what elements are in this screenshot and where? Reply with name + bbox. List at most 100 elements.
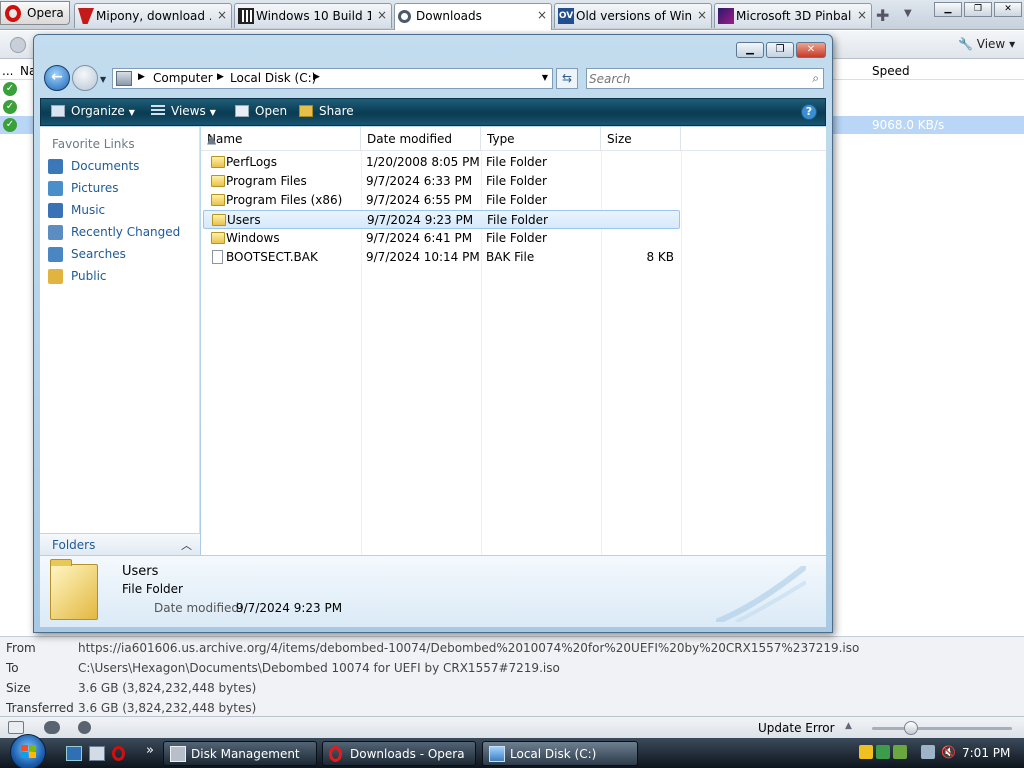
display-tray-icon[interactable]	[921, 745, 935, 759]
back-arrow-icon[interactable]: ←	[44, 65, 70, 91]
column-header-type[interactable]: Type	[481, 127, 601, 151]
breadcrumb-computer[interactable]: Computer	[153, 71, 213, 85]
stop-icon[interactable]	[10, 37, 26, 53]
address-dropdown-icon[interactable]: ▼	[542, 73, 548, 82]
folder-icon	[211, 175, 225, 187]
volume-icon[interactable]: 🔇	[941, 745, 956, 759]
search-box[interactable]: ⌕	[586, 68, 824, 89]
folder-icon	[211, 156, 225, 168]
views-button[interactable]: Views ▼	[151, 104, 216, 118]
file-date-modified: 1/20/2008 8:05 PM	[366, 155, 480, 169]
transferred-label: Transferred	[6, 701, 74, 715]
searches-icon	[48, 247, 63, 262]
open-button[interactable]: Open	[235, 104, 287, 118]
column-dots[interactable]: ...	[2, 64, 13, 78]
explorer-close-icon[interactable]: ✕	[796, 42, 826, 58]
tab-downloads[interactable]: Downloads ×	[394, 3, 552, 30]
breadcrumb-arrow-icon[interactable]: ▶	[313, 72, 320, 82]
show-desktop-icon[interactable]	[66, 746, 82, 761]
tab-pinball[interactable]: Microsoft 3D Pinball... ×	[714, 3, 872, 28]
windows-flag-icon	[21, 745, 36, 758]
tab-close-icon[interactable]: ×	[857, 8, 867, 22]
column-speed[interactable]: Speed	[872, 64, 910, 78]
tab-old-versions[interactable]: OV Old versions of Win... ×	[554, 3, 712, 28]
file-row[interactable]: BOOTSECT.BAK 9/7/2024 10:14 PM BAK File 8 K…	[203, 248, 680, 267]
tab-close-icon[interactable]: ×	[537, 8, 547, 22]
computer-icon	[116, 71, 132, 86]
pictures-icon	[48, 181, 63, 196]
file-size: 8 KB	[646, 250, 674, 264]
taskbar-button-label: Downloads - Opera	[350, 747, 465, 761]
size-label: Size	[6, 681, 31, 695]
breadcrumb-arrow-icon[interactable]: ▶	[138, 72, 145, 82]
explorer-minimize-icon[interactable]: ▁	[736, 42, 764, 58]
taskbar: » Disk Management Downloads - Opera Loca…	[0, 734, 1024, 768]
tab-title: Windows 10 Build 10...	[256, 9, 371, 23]
address-bar[interactable]: ▶ Computer ▶ Local Disk (C:) ▶ ▼	[112, 68, 553, 89]
update-chevron-icon[interactable]: ▲	[845, 721, 852, 731]
tab-close-icon[interactable]: ×	[217, 8, 227, 22]
security-shield-icon[interactable]	[859, 745, 873, 759]
to-value[interactable]: C:\Users\Hexagon\Documents\Debombed 1007…	[78, 661, 560, 675]
file-row[interactable]: Program Files 9/7/2024 6:33 PM File Folder	[203, 172, 680, 191]
breadcrumb-local-disk[interactable]: Local Disk (C:)	[230, 71, 316, 85]
share-icon	[299, 105, 313, 117]
pinball-icon	[718, 8, 734, 24]
file-date-modified: 9/7/2024 6:33 PM	[366, 174, 473, 188]
start-button[interactable]	[10, 734, 46, 768]
taskbar-opera[interactable]: Downloads - Opera	[322, 741, 476, 766]
tab-mipony[interactable]: Mipony, download ... ×	[74, 3, 232, 28]
close-icon[interactable]: ✕	[994, 2, 1022, 17]
folders-toggle[interactable]: Folders ︿	[40, 533, 200, 555]
search-input[interactable]	[589, 70, 799, 87]
file-row[interactable]: Program Files (x86) 9/7/2024 6:55 PM File …	[203, 191, 680, 210]
update-tray-icon[interactable]	[893, 745, 907, 759]
documents-icon	[48, 159, 63, 174]
tab-title: Downloads	[416, 9, 482, 23]
view-button[interactable]: 🔧 View ▾	[958, 37, 1015, 51]
minimize-icon[interactable]: ▁	[934, 2, 962, 17]
recent-pages-chevron-icon[interactable]: ▼	[100, 75, 106, 84]
quicklaunch-overflow-icon[interactable]: »	[146, 743, 154, 758]
file-date-modified: 9/7/2024 9:23 PM	[367, 213, 474, 227]
recent-icon	[48, 225, 63, 240]
switch-windows-icon[interactable]	[89, 746, 105, 761]
file-row[interactable]: Windows 9/7/2024 6:41 PM File Folder	[203, 229, 680, 248]
share-label: Share	[319, 104, 354, 118]
clock[interactable]: 7:01 PM	[962, 746, 1010, 760]
tab-close-icon[interactable]: ×	[697, 8, 707, 22]
breadcrumb-arrow-icon[interactable]: ▶	[217, 72, 224, 82]
speed-dial-icon[interactable]	[78, 721, 91, 734]
panel-toggle-icon[interactable]	[8, 721, 24, 734]
restore-icon[interactable]: ❐	[964, 2, 992, 17]
help-icon[interactable]: ?	[801, 104, 817, 120]
column-header-size[interactable]: Size	[601, 127, 681, 151]
refresh-icon[interactable]: ⇆	[556, 68, 578, 89]
organize-label: Organize	[71, 104, 125, 118]
column-header-name[interactable]: Name ▲	[201, 127, 361, 151]
cloud-icon[interactable]	[44, 721, 60, 734]
taskbar-disk-management[interactable]: Disk Management	[163, 741, 317, 766]
file-row[interactable]: PerfLogs 1/20/2008 8:05 PM File Folder	[203, 153, 680, 172]
forward-arrow-icon[interactable]	[72, 65, 98, 91]
opera-menu-button[interactable]: Opera	[0, 1, 70, 25]
view-label: View	[976, 37, 1006, 51]
from-value[interactable]: https://ia601606.us.archive.org/4/items/…	[78, 641, 859, 655]
tab-windows-build[interactable]: Windows 10 Build 10... ×	[234, 3, 392, 28]
file-type: BAK File	[486, 250, 535, 264]
zoom-slider-knob[interactable]	[904, 721, 918, 735]
search-icon[interactable]: ⌕	[812, 71, 819, 86]
tab-list-chevron-icon[interactable]: ▼	[904, 8, 912, 19]
zoom-slider-track[interactable]	[872, 727, 1012, 730]
opera-quicklaunch-icon[interactable]	[112, 746, 125, 761]
column-header-date[interactable]: Date modified	[361, 127, 481, 151]
taskbar-local-disk[interactable]: Local Disk (C:)	[482, 741, 638, 766]
explorer-maximize-icon[interactable]: ❐	[766, 42, 794, 58]
file-row-selected[interactable]: Users 9/7/2024 9:23 PM File Folder	[203, 210, 680, 229]
network-tray-icon[interactable]	[876, 745, 890, 759]
new-tab-icon[interactable]: ✚	[876, 6, 889, 25]
organize-button[interactable]: Organize ▼	[51, 104, 135, 118]
tab-close-icon[interactable]: ×	[377, 8, 387, 22]
share-button[interactable]: Share	[299, 104, 354, 118]
update-status[interactable]: Update Error	[758, 721, 835, 735]
